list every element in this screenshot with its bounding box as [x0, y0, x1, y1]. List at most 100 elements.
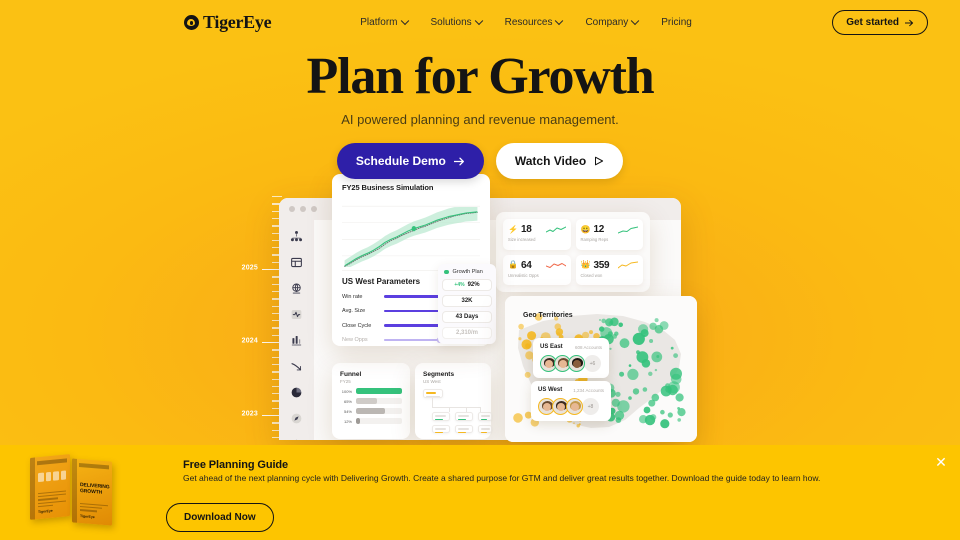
pie-chart-icon[interactable] — [289, 385, 304, 400]
banner-description: Get ahead of the next planning cycle wit… — [183, 473, 821, 483]
brand-name: TigerEye — [203, 12, 272, 32]
landing-page: TigerEye Platform Solutions Resources Co… — [0, 0, 960, 540]
segment-node[interactable] — [478, 412, 492, 421]
metric-top: 😀 12 — [580, 224, 638, 235]
book-header-bar — [79, 462, 109, 470]
funnel-row: 54% — [340, 408, 402, 414]
compass-icon[interactable] — [289, 411, 304, 426]
play-icon — [595, 156, 604, 166]
legend-dot-icon — [444, 269, 449, 275]
funnel-subtitle: FY25 — [340, 379, 351, 384]
brand-logo[interactable]: TigerEye — [184, 12, 272, 33]
slider-fill — [384, 309, 446, 313]
schedule-demo-button[interactable]: Schedule Demo — [336, 143, 484, 180]
chevron-down-icon — [555, 16, 564, 25]
book-diagram — [38, 470, 66, 483]
avg-size-value: 32K — [461, 298, 473, 304]
nav-item-solutions-label: Solutions — [430, 17, 472, 28]
pulse-activity-icon[interactable] — [289, 307, 304, 322]
guide-book-images: TigerEye DELIVERING GROWTH TigerEye — [28, 451, 120, 529]
geo-territories-card: Geo Territories US East 608 Accounts +6 … — [505, 296, 697, 442]
metrics-card: ⚡ 18 Size increased 😀 12 Ramping Reps 🔒 … — [496, 212, 650, 292]
nav-item-company[interactable]: Company — [585, 16, 640, 28]
chevron-down-icon — [631, 16, 640, 25]
watch-video-button[interactable]: Watch Video — [495, 143, 624, 180]
window-close-dot[interactable] — [289, 206, 295, 212]
nav-links: Platform Solutions Resources Company Pri… — [360, 16, 692, 28]
nav-item-pricing[interactable]: Pricing — [661, 17, 692, 28]
legend-growth-plan: Growth Plan — [442, 269, 492, 275]
close-icon[interactable]: ✕ — [932, 453, 950, 471]
segment-node[interactable] — [478, 425, 492, 434]
avatar-overflow-count[interactable]: +6 — [584, 355, 601, 372]
book-title: DELIVERING GROWTH — [80, 482, 110, 496]
territory-card-us-west[interactable]: US West 1,234 Accounts +8 — [531, 381, 611, 421]
book-header-bar — [37, 458, 67, 466]
smiley-face-icon: 😀 — [580, 224, 591, 234]
legend-label: Growth Plan — [452, 269, 483, 275]
book-cover-back: TigerEye — [30, 454, 70, 520]
sparkline-icon — [618, 226, 638, 233]
download-now-button[interactable]: Download Now — [166, 503, 274, 532]
window-maximize-dot[interactable] — [311, 206, 317, 212]
book-brand: TigerEye — [80, 514, 95, 520]
territory-card-us-east[interactable]: US East 608 Accounts +6 — [533, 338, 609, 378]
metric-value: 359 — [593, 259, 610, 271]
page-title: Plan for Growth — [306, 48, 655, 105]
segment-node[interactable] — [432, 412, 450, 421]
book-spine — [72, 458, 77, 523]
hero-subtitle: AI powered planning and revenue manageme… — [341, 112, 619, 128]
funnel-pct: 12% — [343, 418, 352, 424]
metric-size-increased: ⚡ 18 Size increased — [503, 219, 571, 250]
chevron-down-icon — [474, 16, 483, 25]
people-group-icon[interactable] — [289, 437, 304, 440]
nav-item-solutions[interactable]: Solutions — [430, 16, 483, 28]
bar-chart-icon[interactable] — [289, 333, 304, 348]
segment-node[interactable] — [455, 425, 473, 434]
nav-item-platform[interactable]: Platform — [360, 16, 409, 28]
funnel-pct: 54% — [343, 408, 352, 414]
nav-item-resources-label: Resources — [504, 17, 553, 28]
funnel-pct: 65% — [343, 398, 352, 404]
org-chart-icon[interactable] — [289, 229, 304, 244]
segment-node-root[interactable] — [423, 389, 443, 398]
metric-top: 👑 359 — [580, 259, 638, 271]
top-navigation-bar: TigerEye Platform Solutions Resources Co… — [0, 0, 960, 45]
segments-subtitle: US West — [423, 379, 441, 384]
win-rate-value: 92% — [467, 282, 480, 288]
segment-node[interactable] — [432, 425, 450, 434]
globe-target-icon[interactable] — [289, 281, 304, 296]
schedule-demo-label: Schedule Demo — [355, 154, 446, 169]
sparkline-icon — [545, 226, 566, 232]
segment-connector — [432, 407, 481, 408]
hero-section: Plan for Growth AI powered planning and … — [0, 48, 960, 180]
funnel-bar — [356, 418, 361, 424]
metric-closed-won: 👑 359 Closed won — [575, 254, 643, 285]
avatar[interactable] — [566, 398, 583, 415]
metric-label: Unrealistic Opps — [508, 272, 539, 278]
value-pill-avg-size: 32K — [442, 295, 492, 307]
avatar[interactable] — [568, 355, 585, 372]
growth-line-chart — [342, 205, 480, 271]
crown-icon: 👑 — [580, 260, 591, 269]
funnel-row: 100% — [340, 388, 402, 394]
book-cover-front: DELIVERING GROWTH TigerEye — [72, 458, 112, 526]
trend-down-icon[interactable] — [289, 359, 304, 374]
metric-label: Closed won — [580, 272, 603, 278]
nav-item-company-label: Company — [585, 17, 629, 28]
book-brand: TigerEye — [38, 508, 53, 515]
business-simulation-card: FY25 Business Simulation US West Paramet… — [332, 174, 496, 346]
window-minimize-dot[interactable] — [300, 206, 306, 212]
table-icon[interactable] — [289, 255, 304, 270]
get-started-button[interactable]: Get started — [832, 10, 928, 35]
segment-node[interactable] — [455, 412, 473, 421]
funnel-bar — [356, 388, 402, 394]
funnel-pct: 100% — [341, 388, 352, 394]
parameter-label: Win rate — [342, 293, 363, 300]
avatar-overflow-count[interactable]: +8 — [582, 398, 599, 415]
territory-accounts: 608 Accounts — [574, 344, 602, 350]
funnel-bar-track — [356, 388, 402, 394]
new-opps-value: 2,310/m — [455, 330, 479, 336]
banner-title: Free Planning Guide — [183, 459, 289, 471]
nav-item-resources[interactable]: Resources — [504, 16, 564, 28]
